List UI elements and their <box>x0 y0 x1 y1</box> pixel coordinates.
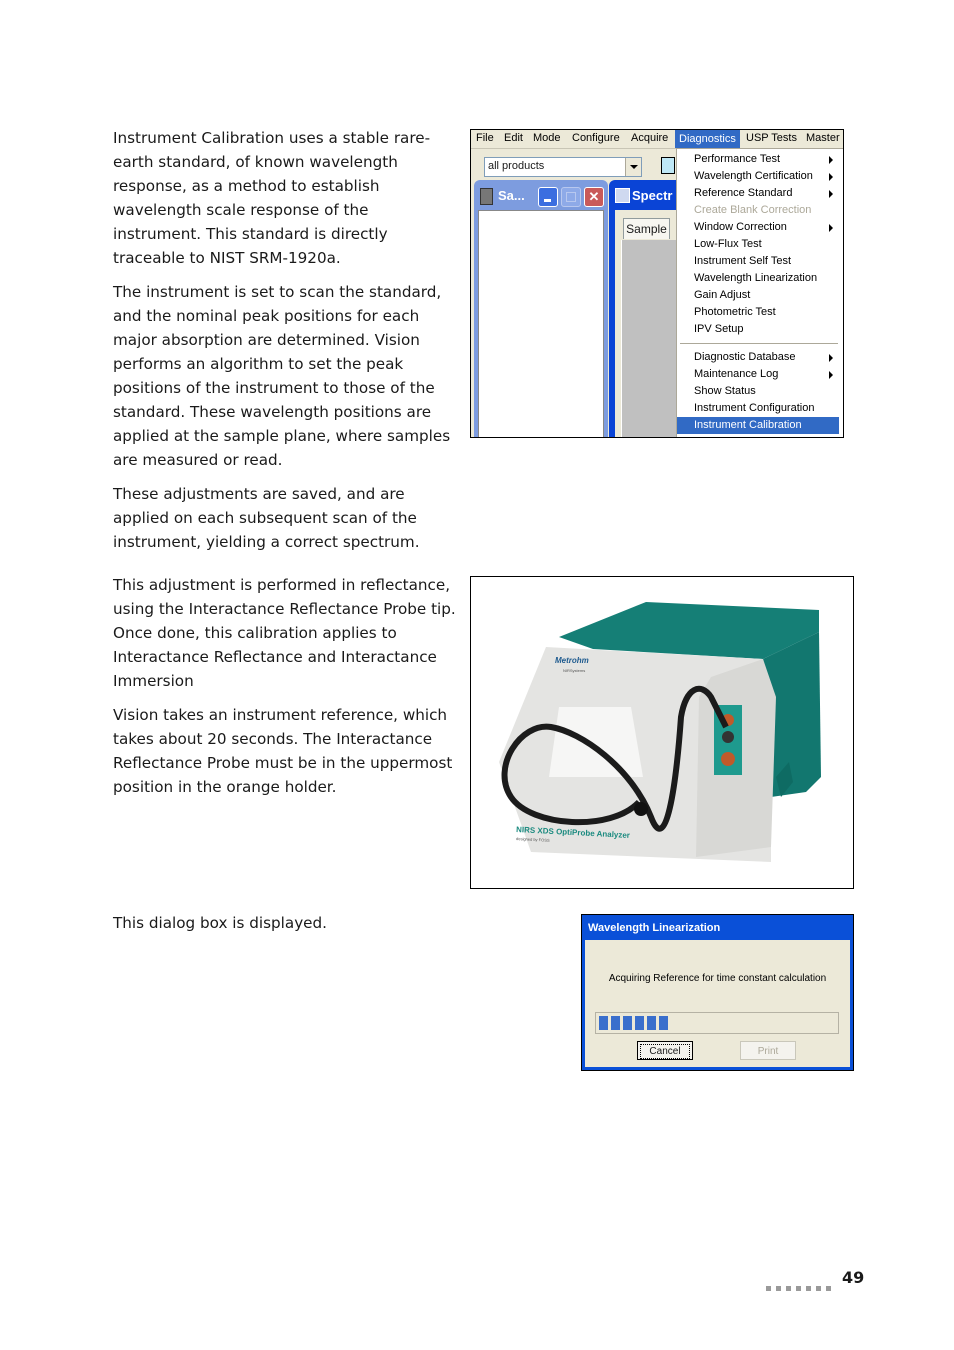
close-icon: ✕ <box>588 189 600 204</box>
menu-item-label: Show Status <box>694 385 756 397</box>
menu-item-wavelength-linearization[interactable]: Wavelength Linearization <box>677 270 839 287</box>
menu-item-label: Reference Standard <box>694 187 793 199</box>
menu-item-photometric-test[interactable]: Photometric Test <box>677 304 839 321</box>
chart-icon <box>615 188 630 203</box>
tab-panel <box>621 240 682 437</box>
product-combo-value: all products <box>488 160 545 172</box>
menu-item-label: Maintenance Log <box>694 368 779 380</box>
sample-window: Sa... ✕ <box>474 180 608 437</box>
sample-window-title: Sa... <box>498 188 525 203</box>
paragraph-scan-process: The instrument is set to scan the standa… <box>113 283 451 469</box>
page-dots-decoration <box>766 1276 836 1295</box>
progress-bar <box>595 1012 839 1034</box>
menu-master[interactable]: Master <box>806 132 840 144</box>
menu-item-label: Low-Flux Test <box>694 238 762 250</box>
page-number: 49 <box>842 1268 865 1287</box>
maximize-button[interactable] <box>561 187 581 207</box>
menu-item-performance-test[interactable]: Performance Test <box>677 151 839 168</box>
dialog-title: Wavelength Linearization <box>588 922 721 934</box>
nirs-analyzer-illustration: Metrohm NIRSystems NIRS XDS OptiProbe An… <box>499 602 821 862</box>
menu-item-wavelength-certification[interactable]: Wavelength Certification <box>677 168 839 185</box>
menu-item-label: Photometric Test <box>694 306 776 318</box>
dialog-body: Acquiring Reference for time constant ca… <box>585 940 850 1067</box>
menu-acquire[interactable]: Acquire <box>631 132 668 144</box>
print-button: Print <box>740 1041 796 1060</box>
paragraph-dialog-displayed: This dialog box is displayed. <box>113 914 327 932</box>
menu-item-gain-adjust[interactable]: Gain Adjust <box>677 287 839 304</box>
designed-by-label: designed by FOSS <box>516 836 550 843</box>
menu-item-instrument-self-test[interactable]: Instrument Self Test <box>677 253 839 270</box>
minimize-icon <box>544 199 551 202</box>
menu-item-label: Gain Adjust <box>694 289 751 301</box>
menu-item-create-blank-correction: Create Blank Correction <box>677 202 839 219</box>
progress-segment <box>611 1016 620 1030</box>
menu-item-label: Diagnostic Database <box>694 351 796 363</box>
menu-edit[interactable]: Edit <box>504 132 523 144</box>
menu-item-low-flux-test[interactable]: Low-Flux Test <box>677 236 839 253</box>
window-icon <box>480 188 493 205</box>
submenu-arrow-icon <box>829 371 833 379</box>
menu-diagnostics[interactable]: Diagnostics <box>675 130 740 148</box>
chevron-down-icon[interactable] <box>625 158 641 176</box>
paragraph-adjustments-saved: These adjustments are saved, and are app… <box>113 485 420 551</box>
cancel-label: Cancel <box>640 1044 690 1059</box>
paragraph-calibration-intro: Instrument Calibration uses a stable rar… <box>113 129 431 267</box>
spectrum-window-title: Spectr <box>632 188 673 203</box>
brand-logo: Metrohm <box>555 656 589 665</box>
submenu-arrow-icon <box>829 224 833 232</box>
minimize-button[interactable] <box>538 187 558 207</box>
menu-item-instrument-configuration[interactable]: Instrument Configuration <box>677 400 839 417</box>
diagnostics-dropdown: Performance Test Wavelength Certificatio… <box>676 148 843 437</box>
menu-item-maintenance-log[interactable]: Maintenance Log <box>677 366 839 383</box>
menubar: File Edit Mode Configure Acquire Diagnos… <box>471 130 843 149</box>
paragraph-reflectance: This adjustment is performed in reflecta… <box>113 576 456 690</box>
menu-item-reference-standard[interactable]: Reference Standard <box>677 185 839 202</box>
menu-mode[interactable]: Mode <box>533 132 561 144</box>
menu-item-instrument-calibration[interactable]: Instrument Calibration <box>677 417 839 434</box>
menu-item-label: Instrument Calibration <box>694 419 802 431</box>
menu-item-show-status[interactable]: Show Status <box>677 383 839 400</box>
wavelength-linearization-dialog: Wavelength Linearization Acquiring Refer… <box>581 914 854 1071</box>
sample-window-content <box>478 210 604 437</box>
menu-item-label: Window Correction <box>694 221 787 233</box>
instrument-photo: Metrohm NIRSystems NIRS XDS OptiProbe An… <box>470 576 854 889</box>
close-button[interactable]: ✕ <box>584 187 604 207</box>
submenu-arrow-icon <box>829 354 833 362</box>
menu-item-label: IPV Setup <box>694 323 744 335</box>
diagnostics-menu-screenshot: File Edit Mode Configure Acquire Diagnos… <box>470 129 844 438</box>
dialog-message: Acquiring Reference for time constant ca… <box>608 973 827 984</box>
menu-item-label: Wavelength Linearization <box>694 272 818 284</box>
paragraph-reference: Vision takes an instrument reference, wh… <box>113 706 453 796</box>
new-document-icon[interactable] <box>661 157 675 174</box>
submenu-arrow-icon <box>829 156 833 164</box>
sample-cover <box>549 707 643 777</box>
product-combo[interactable]: all products <box>484 157 642 177</box>
maximize-icon <box>566 192 576 202</box>
menu-item-ipv-setup[interactable]: IPV Setup <box>677 321 839 338</box>
tab-sample[interactable]: Sample <box>623 218 670 239</box>
menu-item-label: Instrument Self Test <box>694 255 792 267</box>
menu-configure[interactable]: Configure <box>572 132 620 144</box>
menu-item-label: Wavelength Certification <box>694 170 813 182</box>
progress-segment <box>647 1016 656 1030</box>
progress-segment <box>599 1016 608 1030</box>
progress-segment <box>659 1016 668 1030</box>
menu-usp-tests[interactable]: USP Tests <box>746 132 797 144</box>
menu-item-label: Create Blank Correction <box>694 204 812 216</box>
progress-segment <box>623 1016 632 1030</box>
submenu-arrow-icon <box>829 173 833 181</box>
cancel-button[interactable]: Cancel <box>637 1041 693 1060</box>
menu-item-label: Performance Test <box>694 153 781 165</box>
print-label: Print <box>757 1046 779 1057</box>
menu-item-window-correction[interactable]: Window Correction <box>677 219 839 236</box>
menu-file[interactable]: File <box>476 132 494 144</box>
menu-separator <box>680 343 838 344</box>
menu-item-diagnostic-database[interactable]: Diagnostic Database <box>677 349 839 366</box>
progress-segment <box>635 1016 644 1030</box>
brand-sub: NIRSystems <box>563 668 585 673</box>
menu-item-label: Instrument Configuration <box>694 402 815 414</box>
submenu-arrow-icon <box>829 190 833 198</box>
